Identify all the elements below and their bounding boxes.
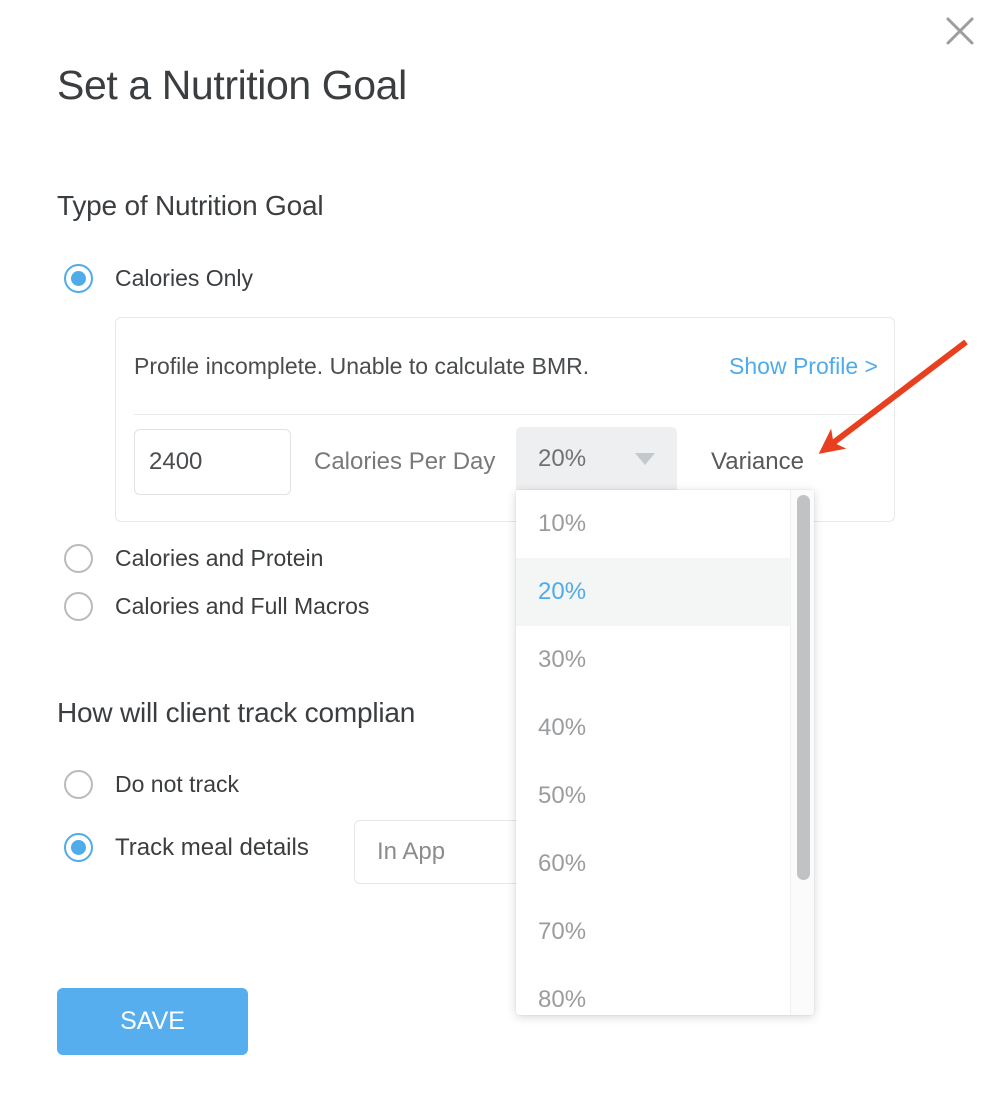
radio-calories-only[interactable]: Calories Only — [64, 264, 253, 293]
variance-option[interactable]: 70% — [516, 898, 790, 966]
variance-dropdown-menu[interactable]: 10% 20% 30% 40% 50% 60% 70% 80% — [516, 490, 814, 1015]
calories-per-day-label: Calories Per Day — [314, 448, 496, 475]
radio-indicator — [64, 592, 93, 621]
section-heading-track-compliance: How will client track complian — [57, 697, 416, 728]
show-profile-link[interactable]: Show Profile > — [729, 353, 878, 380]
radio-indicator — [64, 833, 93, 862]
radio-indicator — [64, 770, 93, 799]
radio-track-meal-details[interactable]: Track meal details — [64, 833, 309, 862]
section-heading-type: Type of Nutrition Goal — [57, 190, 324, 221]
panel-divider — [134, 414, 878, 415]
radio-calories-and-full-macros[interactable]: Calories and Full Macros — [64, 592, 369, 621]
dropdown-scrollbar[interactable] — [790, 490, 814, 1015]
nutrition-goal-dialog: Set a Nutrition Goal Type of Nutrition G… — [0, 0, 986, 1120]
variance-option[interactable]: 30% — [516, 626, 790, 694]
radio-label: Calories and Protein — [115, 545, 324, 571]
calories-per-day-input[interactable] — [134, 429, 291, 495]
variance-option[interactable]: 50% — [516, 762, 790, 830]
dropdown-scrollbar-thumb[interactable] — [797, 495, 810, 880]
radio-do-not-track[interactable]: Do not track — [64, 770, 239, 799]
variance-option[interactable]: 20% — [516, 558, 790, 626]
tracking-method-value: In App — [377, 838, 446, 865]
radio-label: Do not track — [115, 771, 239, 797]
variance-option[interactable]: 40% — [516, 694, 790, 762]
save-button[interactable]: SAVE — [57, 988, 248, 1055]
variance-select-button[interactable]: 20% — [516, 427, 677, 490]
chevron-down-icon — [635, 453, 655, 465]
radio-label: Track meal details — [115, 833, 309, 861]
profile-notice-row: Profile incomplete. Unable to calculate … — [116, 318, 894, 414]
page-title: Set a Nutrition Goal — [57, 62, 407, 108]
variance-option-list: 10% 20% 30% 40% 50% 60% 70% 80% — [516, 490, 790, 1015]
radio-calories-and-protein[interactable]: Calories and Protein — [64, 544, 323, 573]
radio-label: Calories and Full Macros — [115, 593, 370, 619]
variance-select-value: 20% — [538, 444, 587, 472]
variance-option[interactable]: 60% — [516, 830, 790, 898]
variance-option[interactable]: 80% — [516, 966, 790, 1015]
variance-label: Variance — [711, 448, 804, 475]
radio-indicator — [64, 544, 93, 573]
close-icon[interactable] — [940, 11, 980, 51]
variance-option[interactable]: 10% — [516, 490, 790, 558]
radio-indicator — [64, 264, 93, 293]
radio-label: Calories Only — [115, 265, 254, 291]
profile-notice-text: Profile incomplete. Unable to calculate … — [134, 352, 590, 379]
